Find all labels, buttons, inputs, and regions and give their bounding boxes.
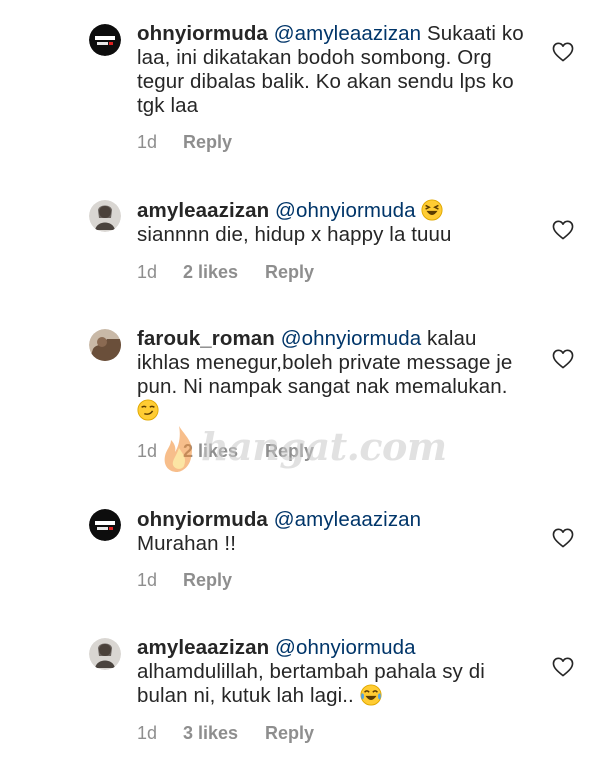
comment-message: Murahan !! [137,532,236,555]
user-photo-avatar [89,638,121,670]
comment-time: 1d [137,262,158,282]
comment-username[interactable]: amyleaazizan [137,199,269,222]
ohnyiormuda-logo-avatar [89,509,121,541]
like-button[interactable] [552,528,574,548]
comment-text: farouk_roman @ohnyiormuda kalau ikhlas m… [137,327,532,423]
avatar[interactable] [89,638,121,670]
comment-text: ohnyiormuda @amyleaazizan Murahan !! [137,508,532,556]
squinting-laughing-emoji [421,199,443,221]
like-button[interactable] [552,220,574,240]
avatar[interactable] [89,200,121,232]
reply-button[interactable]: Reply [183,570,232,591]
comment-meta: 1d 3 likes Reply [137,723,314,744]
comment-username[interactable]: amyleaazizan [137,636,269,659]
like-button[interactable] [552,42,574,62]
user-photo-avatar [89,200,121,232]
comment-meta: 1d 2 likes Reply [137,262,314,283]
comment-text: amyleaazizan @ohnyiormuda alhamdulillah,… [137,636,532,708]
heart-outline-icon [552,42,574,62]
tears-of-joy-emoji [360,684,382,706]
comment-time: 1d [137,723,158,743]
heart-outline-icon [552,349,574,369]
comment-username[interactable]: ohnyiormuda [137,22,268,45]
comment-mention[interactable]: @amyleaazizan [274,508,421,531]
comment-username[interactable]: ohnyiormuda [137,508,268,531]
comment-message: alhamdulillah, bertambah pahala sy di bu… [137,660,485,707]
avatar[interactable] [89,509,121,541]
comment-meta: 1d Reply [137,132,232,153]
like-button[interactable] [552,657,574,677]
comment-text: amyleaazizan @ohnyiormuda siannnn die, h… [137,199,532,247]
watermark: hangat.com [159,424,447,474]
comment-text: ohnyiormuda @amyleaazizan Sukaati ko laa… [137,22,532,118]
ohnyiormuda-logo-avatar [89,24,121,56]
comment-mention[interactable]: @amyleaazizan [274,22,421,45]
reply-button[interactable]: Reply [183,132,232,153]
comment-meta: 1d Reply [137,570,232,591]
smirking-emoji [137,399,159,421]
comment-username[interactable]: farouk_roman [137,327,275,350]
reply-button[interactable]: Reply [265,723,314,744]
heart-outline-icon [552,220,574,240]
comment-mention[interactable]: @ohnyiormuda [275,636,416,659]
like-button[interactable] [552,349,574,369]
comment-mention[interactable]: @ohnyiormuda [275,199,416,222]
comment-time: 1d [137,132,158,152]
user-photo-avatar [89,329,121,361]
likes-count[interactable]: 2 likes [183,262,238,283]
watermark-text: hangat.com [201,424,447,469]
reply-button[interactable]: Reply [265,262,314,283]
avatar[interactable] [89,24,121,56]
comment-time: 1d [137,570,158,590]
heart-outline-icon [552,657,574,677]
avatar[interactable] [89,329,121,361]
likes-count[interactable]: 3 likes [183,723,238,744]
flame-icon [164,426,192,472]
heart-outline-icon [552,528,574,548]
comment-mention[interactable]: @ohnyiormuda [281,327,422,350]
comment-message: siannnn die, hidup x happy la tuuu [137,223,452,246]
